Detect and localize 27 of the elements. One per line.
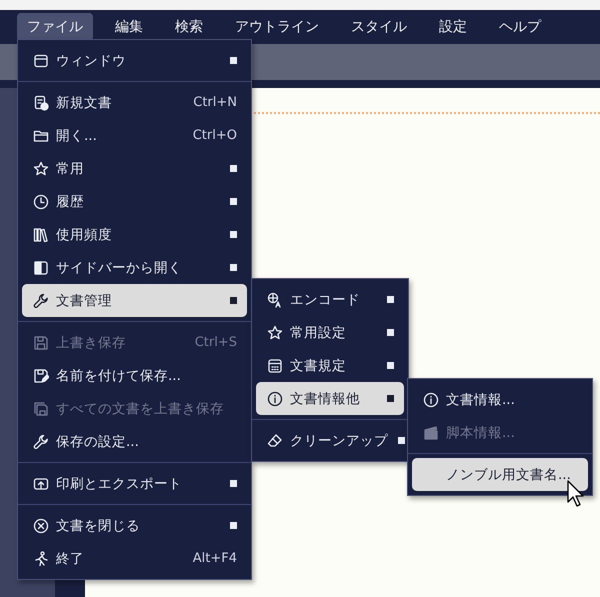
menu-item[interactable]: 使用頻度 [22, 218, 247, 251]
menu-bar-item[interactable]: 設定 [429, 13, 477, 41]
menu-item[interactable]: 印刷とエクスポート [22, 467, 247, 500]
menu-item[interactable]: 文書管理 [22, 284, 247, 317]
menu-item[interactable]: 名前を付けて保存... [22, 359, 247, 392]
menu-bar-item[interactable]: ファイル [17, 13, 93, 41]
menu-bar-item[interactable]: 検索 [165, 13, 213, 41]
menu-item[interactable]: 新規文書 Ctrl+N [22, 86, 247, 119]
menu-item[interactable]: 常用設定 [256, 316, 404, 349]
menu-item[interactable]: 履歴 [22, 185, 247, 218]
menu-item[interactable]: 文書情報... [412, 383, 588, 416]
menu-item[interactable]: 文書情報他 [256, 382, 404, 415]
menu-item[interactable]: サイドバーから開く [22, 251, 247, 284]
menu-item[interactable]: 常用 [22, 152, 247, 185]
menu-bar-item[interactable]: アウトライン [225, 13, 329, 41]
menu-item[interactable]: クリーンアップ [256, 424, 404, 457]
menu-item[interactable]: 終了 Alt+F4 [22, 542, 247, 575]
menu-bar-item[interactable]: 編集 [105, 13, 153, 41]
menu-bar-item[interactable]: ヘルプ [489, 13, 551, 41]
menu-bar-item[interactable]: スタイル [341, 13, 417, 41]
menu-item[interactable]: 開く... Ctrl+O [22, 119, 247, 152]
menu-item[interactable]: ウィンドウ [22, 44, 247, 77]
menu-item[interactable]: 文書を閉じる [22, 509, 247, 542]
menu-item[interactable]: 保存の設定... [22, 425, 247, 458]
menu-item[interactable]: エンコード [256, 283, 404, 316]
menu-item[interactable]: 文書規定 [256, 349, 404, 382]
menu-item[interactable]: ノンブル用文書名... [412, 458, 588, 491]
